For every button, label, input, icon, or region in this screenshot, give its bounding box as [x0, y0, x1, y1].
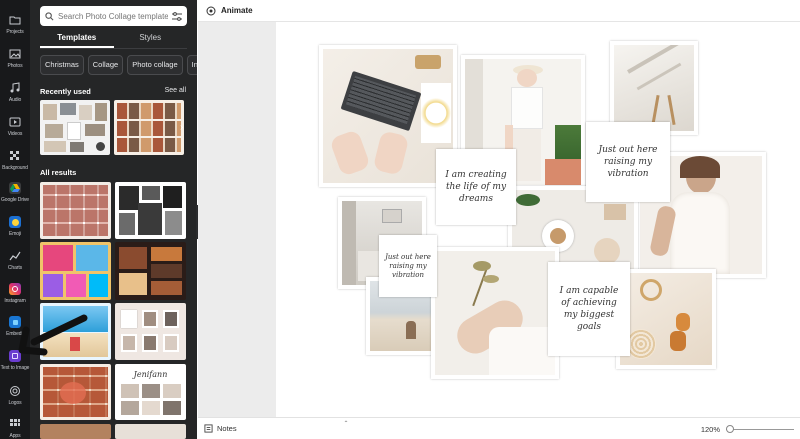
photo-jewelry[interactable]	[616, 269, 716, 369]
template-result-9[interactable]	[40, 424, 111, 439]
rail-emoji[interactable]: Emoji	[0, 216, 30, 250]
rail-charts[interactable]: Charts	[0, 250, 30, 284]
tab-divider	[40, 48, 187, 49]
instagram-icon	[9, 283, 21, 295]
chip-more[interactable]: Ins	[186, 55, 197, 75]
logos-icon	[10, 386, 20, 396]
rail-label: Videos	[7, 131, 23, 137]
rail-videos[interactable]: Videos	[0, 116, 30, 150]
recent-template-2[interactable]	[114, 100, 184, 155]
tab-styles[interactable]: Styles	[114, 30, 188, 48]
zoom-slider-handle[interactable]	[726, 425, 734, 433]
photo-shadow-chair[interactable]	[610, 41, 698, 135]
animate-icon	[206, 6, 216, 15]
rail-photos[interactable]: Photos	[0, 48, 30, 82]
quote-card-creating[interactable]: I am creating the life of my dreams	[436, 149, 516, 225]
apps-icon	[10, 419, 20, 426]
template-result-7[interactable]	[40, 364, 111, 420]
notes-button[interactable]: Notes	[217, 424, 237, 433]
search-icon	[45, 11, 54, 20]
tab-templates[interactable]: Templates	[40, 30, 114, 48]
template-result-1[interactable]	[40, 182, 111, 239]
rail-background[interactable]: Background	[0, 150, 30, 184]
embeds-icon	[9, 316, 21, 328]
photo-icon	[9, 49, 21, 59]
chevron-up-icon[interactable]: ⌃	[338, 420, 354, 427]
video-icon	[9, 117, 21, 127]
rail-projects[interactable]: Projects	[0, 14, 30, 48]
rail-label: Logos	[8, 400, 22, 406]
rail-instagram[interactable]: Instagram	[0, 283, 30, 317]
rail-label: Background	[2, 165, 28, 171]
rail-label: Audio	[8, 97, 22, 103]
notes-icon	[204, 424, 213, 433]
text-to-image-icon	[9, 350, 21, 362]
google-drive-icon	[9, 182, 21, 194]
rail-label: Projects	[6, 29, 24, 35]
template-result-6[interactable]	[115, 303, 186, 360]
recently-used-heading: Recently used	[40, 87, 91, 96]
rail-logos[interactable]: Logos	[0, 385, 30, 419]
chip-christmas[interactable]: Christmas	[40, 55, 84, 75]
editor-toolbar: Animate	[198, 0, 800, 22]
chart-icon	[9, 251, 21, 261]
editor-footer: Notes 120%	[198, 417, 800, 439]
quote-card-vibration-2[interactable]: Just out here raising my vibration	[379, 235, 437, 297]
template-result-10[interactable]	[115, 424, 186, 439]
music-icon	[10, 82, 20, 93]
rail-label: Emoji	[8, 231, 21, 237]
filter-icon[interactable]	[172, 11, 182, 21]
zoom-slider-track[interactable]	[726, 429, 794, 430]
emoji-icon	[9, 216, 21, 228]
background-icon	[10, 151, 19, 160]
photo-hand-plant[interactable]	[431, 247, 559, 379]
rail-apps[interactable]: Apps	[0, 418, 30, 439]
search-input[interactable]	[58, 11, 168, 21]
template-result-2[interactable]	[115, 182, 186, 239]
chevron-right-icon[interactable]: ›	[180, 122, 183, 133]
rail-text-to-image[interactable]: Text to Image	[0, 350, 30, 384]
see-all-link[interactable]: See all	[165, 87, 186, 94]
chip-collage[interactable]: Collage	[87, 55, 124, 75]
animate-button[interactable]: Animate	[221, 6, 253, 15]
folder-icon	[9, 16, 21, 25]
rail-label: Google Drive	[1, 197, 29, 203]
filter-chips: Christmas Collage Photo collage Ins	[40, 55, 197, 75]
template-script-title: Jenifann	[133, 370, 168, 379]
template-search[interactable]	[40, 6, 187, 26]
rail-label: Text to Image	[0, 365, 30, 371]
rail-label: Embeds	[6, 331, 24, 337]
all-results-heading: All results	[40, 168, 77, 177]
zoom-level[interactable]: 120%	[701, 425, 720, 434]
editor-canvas: I am creating the life of my dreams Just…	[198, 22, 800, 417]
chip-photo-collage[interactable]: Photo collage	[127, 55, 183, 75]
rail-label: Charts	[7, 265, 23, 271]
quote-card-vibration-1[interactable]: Just out here raising my vibration	[586, 122, 670, 202]
rail-label: Photos	[7, 63, 23, 69]
templates-panel: Templates Styles Christmas Collage Photo…	[30, 0, 197, 439]
panel-tabs: Templates Styles	[40, 30, 187, 48]
rail-audio[interactable]: Audio	[0, 82, 30, 116]
rail-label: Instagram	[4, 298, 26, 304]
rail-google-drive[interactable]: Google Drive	[0, 182, 30, 216]
quote-card-capable[interactable]: I am capable of achieving my biggest goa…	[548, 262, 630, 356]
template-result-4[interactable]	[115, 242, 186, 300]
design-page[interactable]: I am creating the life of my dreams Just…	[276, 22, 800, 417]
rail-embeds[interactable]: Embeds	[0, 316, 30, 350]
recent-template-1[interactable]	[40, 100, 110, 155]
icon-rail: Projects Photos Audio Videos Background …	[0, 0, 30, 439]
template-result-5[interactable]	[40, 303, 111, 360]
rail-label: Apps	[9, 433, 21, 439]
template-result-3[interactable]	[40, 242, 111, 300]
template-result-8[interactable]: Jenifann	[115, 364, 186, 420]
